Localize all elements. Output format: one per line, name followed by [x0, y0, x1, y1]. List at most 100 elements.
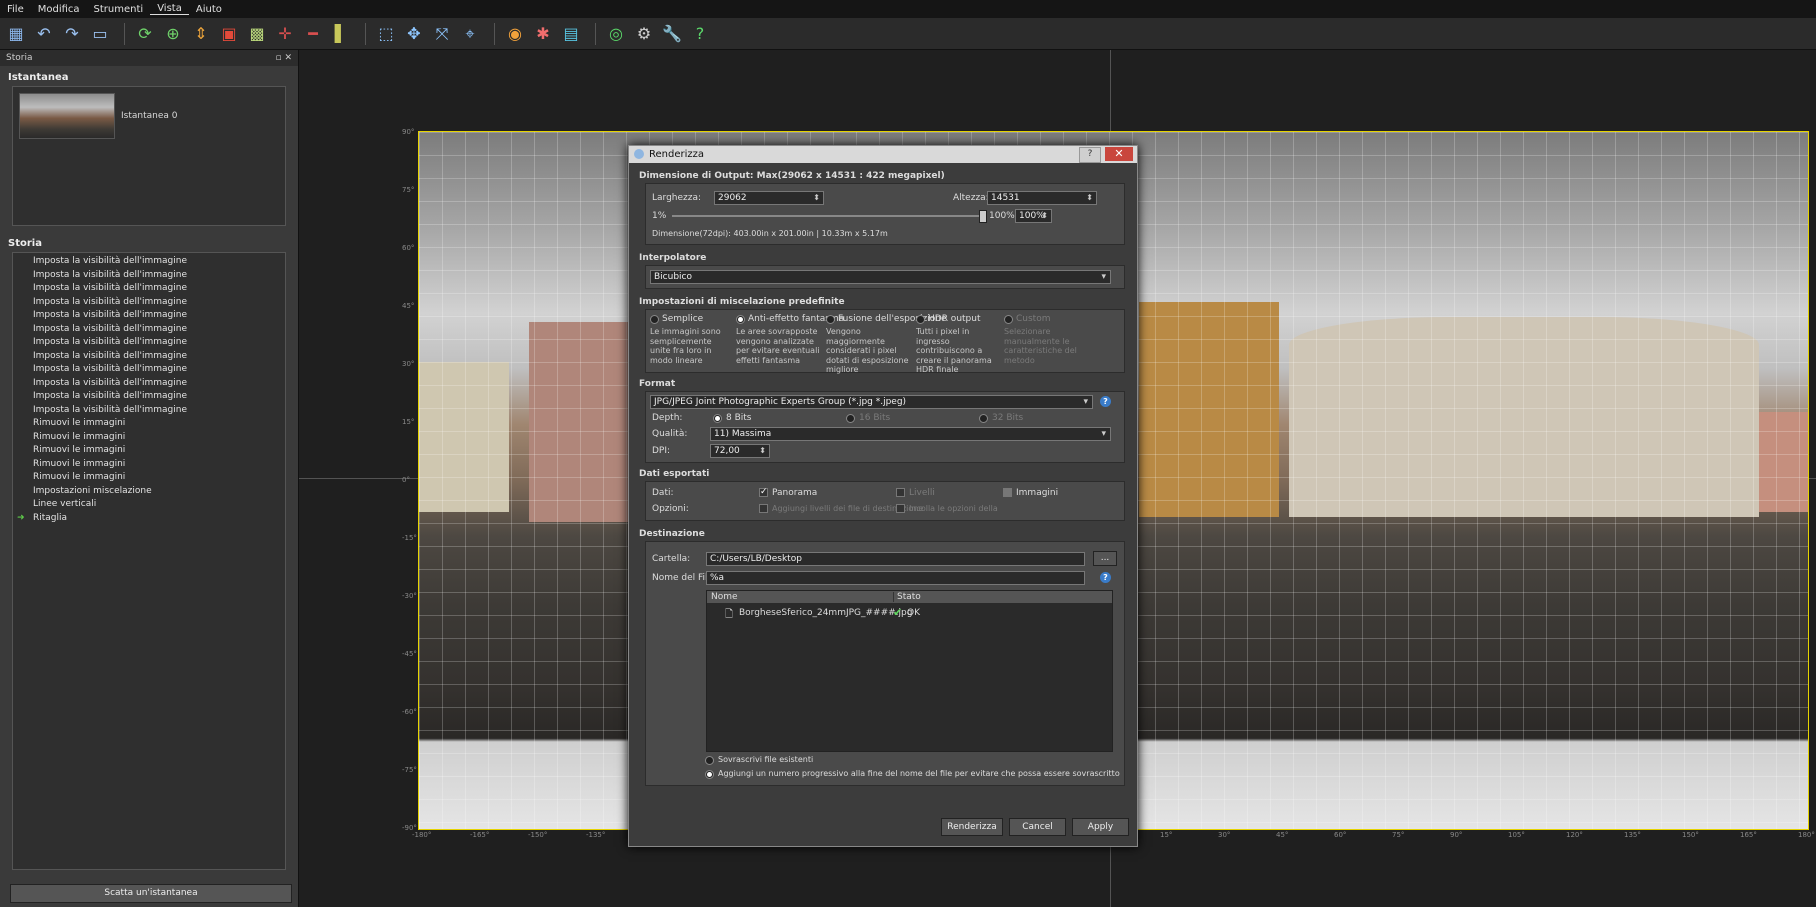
output-size-group: Larghezza: 29062 Altezza: 14531 1% 100% … — [645, 183, 1125, 245]
redo-icon[interactable]: ↷ — [60, 22, 84, 46]
y-tick-label: 75° — [402, 186, 415, 194]
images-checkbox[interactable] — [1003, 488, 1012, 497]
history-item[interactable]: Imposta la visibilità dell'immagine — [13, 255, 285, 269]
depth-8-radio[interactable] — [713, 414, 722, 423]
menu-vista[interactable]: Vista — [150, 3, 189, 15]
history-item[interactable]: Linee verticali — [13, 498, 285, 512]
history-item[interactable]: Imposta la visibilità dell'immagine — [13, 269, 285, 283]
preview-icon[interactable]: ◎ — [604, 22, 628, 46]
history-item[interactable]: Rimuovi le immagini — [13, 444, 285, 458]
depth-32-radio[interactable] — [979, 414, 988, 423]
orientation-icon[interactable]: ⊕ — [161, 22, 185, 46]
scale-slider-handle[interactable] — [979, 210, 987, 223]
file-name[interactable]: BorgheseSferico_24mmJPG_####.jpg — [739, 608, 912, 618]
gear-icon[interactable]: ⚙ — [632, 22, 656, 46]
scale-min-label: 1% — [652, 211, 667, 221]
float-close-icon[interactable]: ▫ ✕ — [275, 53, 292, 63]
dialog-title: Renderizza — [649, 149, 705, 160]
progressive-radio[interactable] — [705, 770, 714, 779]
folder-input[interactable]: C:/Users/LB/Desktop — [706, 552, 1085, 566]
vertical-lines-icon[interactable]: ⇕ — [189, 22, 213, 46]
menu-file[interactable]: File — [0, 4, 31, 15]
select-icon[interactable]: ⬚ — [374, 22, 398, 46]
scale-input[interactable]: 100% — [1015, 209, 1052, 223]
history-item[interactable]: Rimuovi le immagini — [13, 417, 285, 431]
color-icon[interactable]: ✱ — [531, 22, 555, 46]
history-item[interactable]: Rimuovi le immagini — [13, 471, 285, 485]
history-item[interactable]: Imposta la visibilità dell'immagine — [13, 404, 285, 418]
menu-strumenti[interactable]: Strumenti — [87, 4, 151, 15]
close-icon[interactable]: ✕ — [1105, 147, 1133, 161]
history-item[interactable]: Ritaglia — [13, 512, 285, 526]
menu-aiuto[interactable]: Aiuto — [189, 4, 229, 15]
target-icon[interactable]: ⌖ — [458, 22, 482, 46]
interpolator-select[interactable]: Bicubico — [650, 270, 1111, 284]
history-item[interactable]: Imposta la visibilità dell'immagine — [13, 323, 285, 337]
snapshot-button[interactable]: Scatta un'istantanea — [10, 884, 292, 903]
undo-icon[interactable]: ↶ — [32, 22, 56, 46]
history-item[interactable]: Impostazioni miscelazione — [13, 485, 285, 499]
cancel-button[interactable]: Cancel — [1009, 818, 1066, 836]
quality-select[interactable]: 11) Massima — [710, 427, 1111, 441]
blend-label-3: HDR output — [928, 314, 981, 324]
help-window-button[interactable]: ? — [1079, 147, 1101, 163]
x-tick-label: 165° — [1740, 831, 1757, 839]
menu-modifica[interactable]: Modifica — [31, 4, 87, 15]
help-icon[interactable]: ? — [688, 22, 712, 46]
exposure-icon[interactable]: ▌ — [329, 22, 353, 46]
blend-radio-0[interactable] — [650, 315, 659, 324]
filename-input[interactable]: %a — [706, 571, 1085, 585]
option-1-checkbox[interactable] — [759, 504, 768, 513]
height-input[interactable]: 14531 — [987, 191, 1097, 205]
browse-button[interactable]: ... — [1093, 551, 1117, 566]
file-header-name: Nome — [711, 592, 738, 602]
line-icon[interactable]: ━ — [301, 22, 325, 46]
layers-checkbox[interactable] — [896, 488, 905, 497]
apply-button[interactable]: Apply — [1072, 818, 1129, 836]
blend-radio-2[interactable] — [826, 315, 835, 324]
x-tick-label: 180° — [1798, 831, 1815, 839]
history-item[interactable]: Imposta la visibilità dell'immagine — [13, 377, 285, 391]
history-item[interactable]: Imposta la visibilità dell'immagine — [13, 282, 285, 296]
width-input[interactable]: 29062 — [714, 191, 824, 205]
render-button[interactable]: Renderizza — [941, 818, 1003, 836]
blend-radio-4[interactable] — [1004, 315, 1013, 324]
history-item[interactable]: Imposta la visibilità dell'immagine — [13, 350, 285, 364]
format-help-icon[interactable]: ? — [1100, 396, 1111, 407]
horizon-icon[interactable]: ✛ — [273, 22, 297, 46]
format-select[interactable]: JPG/JPEG Joint Photographic Experts Grou… — [650, 395, 1093, 409]
filename-help-icon[interactable]: ? — [1100, 572, 1111, 583]
rotate-icon[interactable]: ⟳ — [133, 22, 157, 46]
option-2-checkbox[interactable] — [896, 504, 905, 513]
interpolator-group: Bicubico — [645, 265, 1125, 289]
y-tick-label: -75° — [402, 766, 417, 774]
history-item[interactable]: Rimuovi le immagini — [13, 431, 285, 445]
blend-radio-1[interactable] — [736, 315, 745, 324]
height-label: Altezza: — [953, 193, 989, 203]
blend-radio-3[interactable] — [916, 315, 925, 324]
depth-16-radio[interactable] — [846, 414, 855, 423]
panorama-checkbox[interactable]: ✓ — [759, 488, 768, 497]
images-icon[interactable]: ▭ — [88, 22, 112, 46]
mask-icon[interactable]: ▩ — [245, 22, 269, 46]
x-tick-label: 15° — [1160, 831, 1173, 839]
overwrite-radio[interactable] — [705, 756, 714, 765]
history-item[interactable]: Imposta la visibilità dell'immagine — [13, 390, 285, 404]
history-item[interactable]: Imposta la visibilità dell'immagine — [13, 296, 285, 310]
history-item[interactable]: Imposta la visibilità dell'immagine — [13, 309, 285, 323]
scale-slider[interactable] — [672, 215, 984, 217]
move-icon[interactable]: ✥ — [402, 22, 426, 46]
dpi-input[interactable]: 72,00 — [710, 444, 770, 458]
x-tick-label: -165° — [470, 831, 490, 839]
toolbar-separator — [595, 22, 596, 45]
auto-icon[interactable]: ◉ — [503, 22, 527, 46]
history-item[interactable]: Rimuovi le immagini — [13, 458, 285, 472]
history-item[interactable]: Imposta la visibilità dell'immagine — [13, 336, 285, 350]
layout-icon[interactable]: ▦ — [4, 22, 28, 46]
crop-icon[interactable]: ▣ — [217, 22, 241, 46]
history-item[interactable]: Imposta la visibilità dell'immagine — [13, 363, 285, 377]
snapshot-item[interactable]: Istantanea 0 — [13, 87, 285, 145]
layers-icon[interactable]: ▤ — [559, 22, 583, 46]
wrench-icon[interactable]: 🔧 — [660, 22, 684, 46]
transform-icon[interactable]: ⤧ — [430, 22, 454, 46]
